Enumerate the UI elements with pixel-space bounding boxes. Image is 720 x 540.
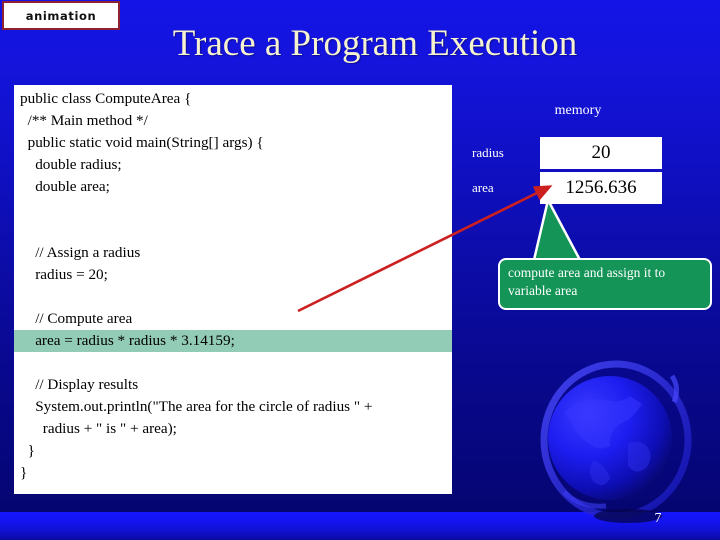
code-line: // Compute area bbox=[20, 310, 133, 327]
animation-badge[interactable]: animation bbox=[2, 1, 120, 30]
code-line: // Assign a radius bbox=[20, 244, 141, 261]
globe-icon bbox=[540, 360, 692, 523]
memory-value-area: 1256.636 bbox=[540, 172, 662, 204]
page-title: Trace a Program Execution bbox=[172, 23, 578, 64]
bottom-accent-band bbox=[0, 512, 720, 540]
page-number: 7 bbox=[654, 511, 662, 526]
callout-bubble: compute area and assign it to variable a… bbox=[498, 198, 712, 310]
code-line: radius = 20; bbox=[20, 266, 108, 283]
code-line: // Display results bbox=[20, 376, 139, 393]
memory-value-radius: 20 bbox=[540, 137, 662, 169]
code-line: public static void main(String[] args) { bbox=[20, 134, 264, 151]
memory-label-radius: radius bbox=[472, 145, 504, 160]
code-line: System.out.println("The area for the cir… bbox=[20, 398, 373, 415]
memory-row-area: area 1256.636 bbox=[472, 172, 662, 204]
code-line: } bbox=[20, 442, 35, 459]
code-line: } bbox=[20, 464, 28, 481]
code-line: area = radius * radius * 3.14159; bbox=[14, 330, 452, 352]
code-line: radius + " is " + area); bbox=[20, 420, 177, 437]
code-panel: public class ComputeArea { /** Main meth… bbox=[14, 85, 452, 494]
animation-badge-label: animation bbox=[25, 8, 97, 23]
callout-text: compute area and assign it to variable a… bbox=[508, 265, 666, 298]
code-line: double radius; bbox=[20, 156, 122, 173]
callout-tail bbox=[532, 198, 582, 262]
slide-canvas: animation Trace a Program Execution publ… bbox=[0, 0, 720, 540]
memory-title: memory bbox=[554, 103, 602, 118]
code-line-list: public class ComputeArea { /** Main meth… bbox=[14, 88, 452, 484]
memory-label-area: area bbox=[472, 180, 494, 195]
memory-row-radius: radius 20 bbox=[472, 137, 662, 169]
code-line: /** Main method */ bbox=[20, 112, 148, 129]
code-line: public class ComputeArea { bbox=[20, 90, 192, 107]
code-line: double area; bbox=[20, 178, 110, 195]
